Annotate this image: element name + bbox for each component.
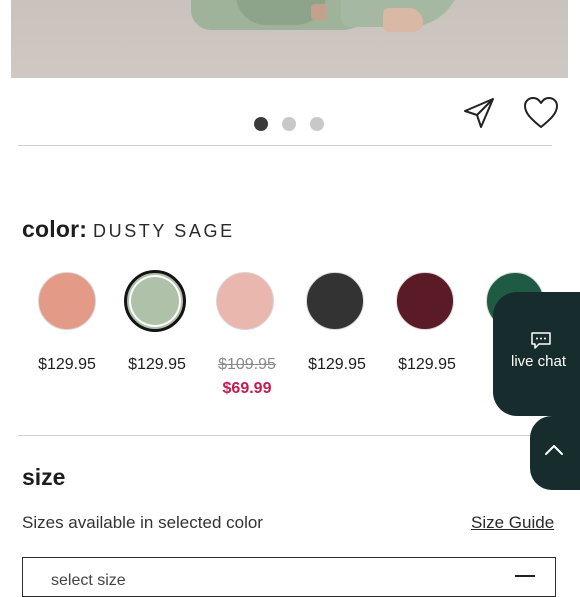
scroll-to-top-button[interactable] — [530, 416, 580, 490]
divider — [18, 145, 552, 146]
size-heading: size — [22, 464, 66, 490]
color-swatch[interactable] — [394, 270, 456, 332]
carousel-indicator — [254, 117, 324, 131]
share-icon[interactable] — [462, 97, 496, 129]
shoe — [383, 8, 423, 32]
swatch-fill — [396, 272, 454, 330]
menu-icon — [515, 575, 535, 577]
heart-icon[interactable] — [523, 96, 559, 130]
swatch-price: $129.95 — [38, 356, 96, 373]
live-chat-button[interactable]: live chat — [493, 292, 580, 416]
swatch-fill — [216, 272, 274, 330]
carousel-dot[interactable] — [310, 117, 324, 131]
swatch-fill — [38, 272, 96, 330]
color-swatch[interactable] — [214, 270, 276, 332]
swatch-price: $129.95 — [128, 356, 186, 373]
shoe — [311, 4, 327, 20]
selected-color-name: DUSTY SAGE — [93, 221, 235, 241]
size-select-placeholder: select size — [51, 572, 126, 589]
chat-bubble-icon — [531, 332, 551, 349]
chevron-up-icon — [545, 445, 563, 455]
carousel-dot[interactable] — [282, 117, 296, 131]
size-availability-note: Sizes available in selected color — [22, 513, 263, 532]
swatch-original-price: $109.95 — [218, 356, 276, 373]
swatch-fill — [306, 272, 364, 330]
divider — [18, 435, 552, 436]
swatch-sale-price: $69.99 — [222, 380, 272, 397]
size-guide-link[interactable]: Size Guide — [471, 513, 554, 533]
swatch-price: $129.95 — [308, 356, 366, 373]
swatch-ring — [129, 275, 181, 327]
carousel-dot[interactable] — [254, 117, 268, 131]
color-heading: color: — [22, 216, 88, 242]
swatch-price: $129.95 — [398, 356, 456, 373]
product-image[interactable] — [11, 0, 568, 78]
color-swatch-selected[interactable] — [124, 270, 186, 332]
live-chat-label: live chat — [511, 353, 567, 370]
size-select[interactable]: select size — [22, 557, 556, 597]
color-swatch[interactable] — [304, 270, 366, 332]
color-swatch[interactable] — [36, 270, 98, 332]
